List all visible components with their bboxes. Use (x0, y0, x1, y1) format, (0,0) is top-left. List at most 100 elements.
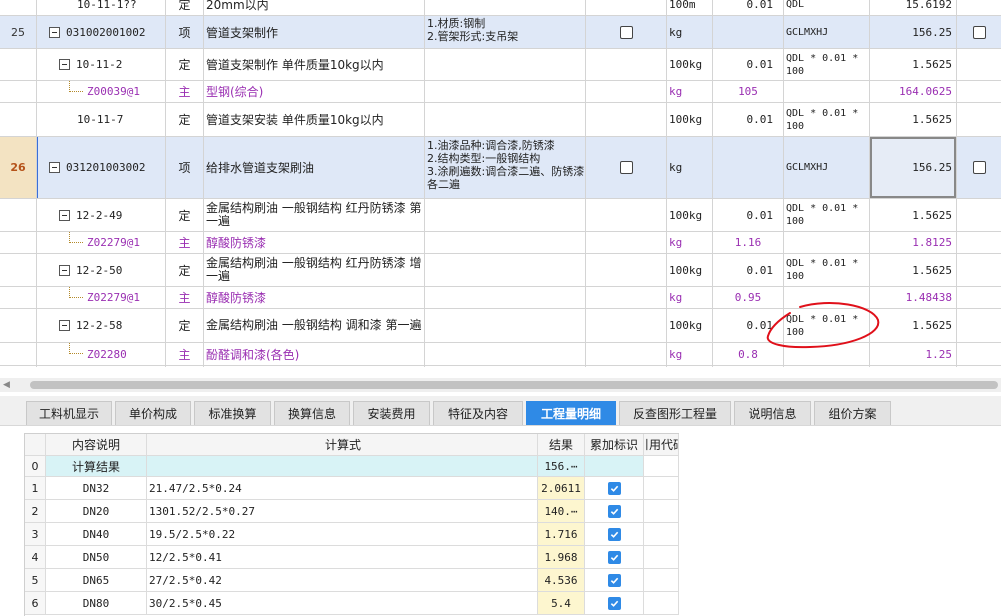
row-flag[interactable] (585, 500, 644, 522)
row-desc[interactable]: DN80 (46, 592, 147, 614)
checked-checkbox-icon[interactable] (607, 573, 621, 587)
tab-quantity-detail[interactable]: 工程量明细 (526, 401, 616, 425)
header-expr[interactable]: 计算式 (147, 434, 538, 455)
row-expr[interactable] (147, 456, 538, 476)
row-flag[interactable] (585, 456, 644, 476)
row-checkbox-2[interactable] (957, 137, 1001, 198)
row-desc[interactable]: DN65 (46, 569, 147, 591)
tab-install-fee[interactable]: 安装费用 (353, 401, 430, 425)
checked-checkbox-icon[interactable] (607, 527, 621, 541)
header-flag[interactable]: 累加标识 (585, 434, 644, 455)
item-name: 醇酸防锈漆 (206, 236, 267, 250)
row-checkbox[interactable] (586, 137, 666, 198)
item-name: 给排水管道支架刷油 (206, 161, 315, 175)
row-flag[interactable] (585, 569, 644, 591)
header-result[interactable]: 结果 (538, 434, 585, 455)
row-result: 156.⋯ (538, 456, 585, 476)
table-row[interactable]: Z02279@1 主 醇酸防锈漆 kg 1.16 1.8125 (0, 232, 1001, 254)
row-expr[interactable]: 27/2.5*0.42 (147, 569, 538, 591)
row-flag[interactable] (585, 523, 644, 545)
item-expr: QDL (786, 0, 805, 10)
collapse-icon[interactable] (49, 162, 60, 173)
table-row[interactable]: 6 DN80 30/2.5*0.45 5.4 (25, 592, 679, 615)
row-expr[interactable]: 19.5/2.5*0.22 (147, 523, 538, 545)
table-row[interactable]: 4 DN50 12/2.5*0.41 1.968 (25, 546, 679, 569)
checked-checkbox-icon[interactable] (607, 481, 621, 495)
tab-standard-conversion[interactable]: 标准换算 (194, 401, 271, 425)
table-row[interactable]: Z02280 主 酚醛调和漆(各色) kg 0.8 1.25 (0, 343, 1001, 366)
table-row[interactable]: 10-11-1?? 定 20mm以内 100m 0.01 QDL 15.6192 (0, 0, 1001, 16)
row-ref[interactable] (644, 569, 679, 591)
tab-graphic-quantity[interactable]: 反查图形工程量 (619, 401, 731, 425)
collapse-icon[interactable] (59, 209, 70, 221)
item-type: 主 (178, 236, 191, 250)
table-row-total[interactable]: 0 计算结果 156.⋯ (25, 456, 679, 477)
tab-description[interactable]: 说明信息 (734, 401, 811, 425)
row-expr[interactable]: 30/2.5*0.45 (147, 592, 538, 614)
table-row[interactable]: 25 031002001002 项 管道支架制作 1.材质:钢制 2.管架形式:… (0, 16, 1001, 49)
table-row[interactable]: Z00039@1 主 型钢(综合) kg 105 164.0625 (0, 81, 1001, 103)
table-row[interactable]: 1 DN32 21.47/2.5*0.24 2.0611 (25, 477, 679, 500)
row-checkbox[interactable] (586, 16, 666, 48)
row-desc[interactable]: 计算结果 (46, 456, 147, 476)
row-index: 25 (11, 25, 25, 39)
row-flag[interactable] (585, 477, 644, 499)
row-ref[interactable] (644, 477, 679, 499)
checked-checkbox-icon[interactable] (607, 596, 621, 610)
tab-conversion-info[interactable]: 换算信息 (274, 401, 350, 425)
row-ref[interactable] (644, 500, 679, 522)
horizontal-scrollbar[interactable]: ◀ (0, 378, 1001, 392)
collapse-icon[interactable] (59, 264, 70, 276)
item-total: 1.8125 (912, 236, 952, 249)
item-qty: 1.16 (734, 236, 762, 249)
header-ref[interactable]: 引用代码 (644, 434, 679, 455)
row-index: 26 (0, 137, 36, 198)
row-checkbox-2[interactable] (957, 16, 1001, 48)
row-ref[interactable] (644, 546, 679, 568)
checked-checkbox-icon[interactable] (607, 504, 621, 518)
table-row[interactable]: 10-11-7 定 管道支架安装 单件质量10kg以内 100kg 0.01 Q… (0, 103, 1001, 137)
tab-pricing-scheme[interactable]: 组价方案 (814, 401, 891, 425)
header-desc[interactable]: 内容说明 (46, 434, 147, 455)
tab-unit-price[interactable]: 单价构成 (115, 401, 191, 425)
row-flag[interactable] (585, 592, 644, 614)
row-ref[interactable] (644, 523, 679, 545)
row-expr[interactable]: 1301.52/2.5*0.27 (147, 500, 538, 522)
tab-labor-material[interactable]: 工料机显示 (26, 401, 112, 425)
budget-grid: 10-11-1?? 定 20mm以内 100m 0.01 QDL 15.6192… (0, 0, 1001, 367)
table-row[interactable]: 5 DN65 27/2.5*0.42 4.536 (25, 569, 679, 592)
table-row[interactable]: 10-11-2 定 管道支架制作 单件质量10kg以内 100kg 0.01 Q… (0, 49, 1001, 81)
checkbox-icon[interactable] (619, 161, 633, 174)
item-unit: kg (669, 236, 683, 249)
checkbox-icon[interactable] (972, 25, 986, 39)
row-ref[interactable] (644, 456, 679, 476)
row-desc[interactable]: DN50 (46, 546, 147, 568)
table-row[interactable]: 12-2-58 定 金属结构刷油 一般钢结构 调和漆 第一遍 100kg 0.0… (0, 309, 1001, 343)
checkbox-icon[interactable] (972, 161, 986, 174)
checked-checkbox-icon[interactable] (607, 550, 621, 564)
row-desc[interactable]: DN20 (46, 500, 147, 522)
table-row[interactable]: 12-2-50 定 金属结构刷油 一般钢结构 红丹防锈漆 增一遍 100kg 0… (0, 254, 1001, 287)
table-row-selected[interactable]: 26 031201003002 项 给排水管道支架刷油 1.油漆品种:调合漆,防… (0, 137, 1001, 199)
collapse-icon[interactable] (59, 59, 70, 70)
table-row[interactable]: 3 DN40 19.5/2.5*0.22 1.716 (25, 523, 679, 546)
collapse-icon[interactable] (59, 320, 70, 331)
row-flag[interactable] (585, 546, 644, 568)
scrollbar-thumb[interactable] (30, 381, 998, 389)
item-total: 1.5625 (912, 319, 952, 332)
row-desc[interactable]: DN40 (46, 523, 147, 545)
row-ref[interactable] (644, 592, 679, 614)
item-unit: kg (669, 161, 683, 174)
table-row[interactable]: Z02279@1 主 醇酸防锈漆 kg 0.95 1.48438 (0, 287, 1001, 309)
row-expr[interactable]: 12/2.5*0.41 (147, 546, 538, 568)
table-row[interactable]: 2 DN20 1301.52/2.5*0.27 140.⋯ (25, 500, 679, 523)
collapse-icon[interactable] (49, 26, 60, 38)
tab-features[interactable]: 特征及内容 (433, 401, 523, 425)
row-desc[interactable]: DN32 (46, 477, 147, 499)
item-total: 1.25 (925, 347, 953, 361)
row-expr[interactable]: 21.47/2.5*0.24 (147, 477, 538, 499)
checkbox-icon[interactable] (619, 25, 633, 39)
scroll-left-icon[interactable]: ◀ (3, 380, 10, 390)
table-row[interactable]: 12-2-49 定 金属结构刷油 一般钢结构 红丹防锈漆 第一遍 100kg 0… (0, 199, 1001, 232)
item-total-focused[interactable]: 156.25 (870, 137, 956, 198)
